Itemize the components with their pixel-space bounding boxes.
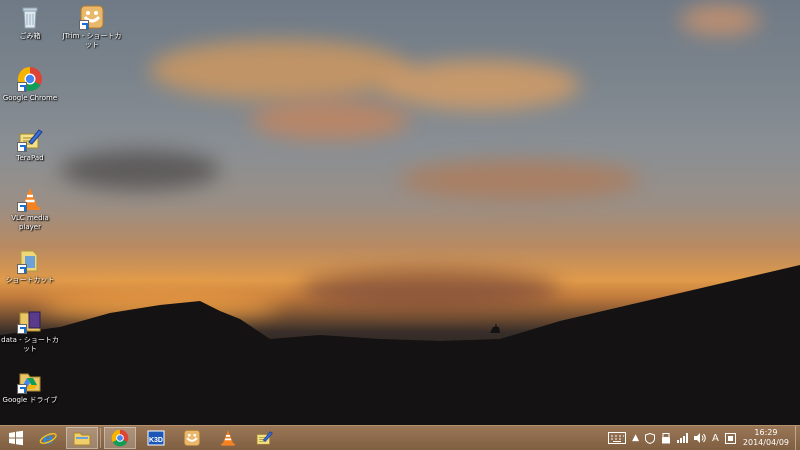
system-tray: ▲ A 16:29 2014/04/09 [605, 426, 800, 450]
desktop-icon-label: data - ショートカット [1, 336, 59, 353]
shortcut-arrow-icon [17, 264, 27, 274]
usb-device-icon[interactable] [661, 432, 671, 444]
desktop-icon-label: ごみ箱 [19, 32, 41, 40]
desktop-icon-label: VLC media player [11, 214, 49, 231]
clock-time: 16:29 [754, 428, 778, 437]
windows-logo-icon [9, 430, 23, 446]
desktop-icon-terapad[interactable]: TeraPad [0, 126, 60, 163]
taskbar-chrome[interactable] [104, 427, 136, 449]
shortcut-arrow-icon [79, 20, 89, 30]
desktop-icon-label: ショートカット [5, 276, 55, 284]
shortcut-arrow-icon [17, 324, 27, 334]
folder-icon [73, 432, 91, 446]
desktop-icon-label: TeraPad [16, 154, 44, 162]
svg-text:e: e [43, 429, 54, 447]
shortcut-arrow-icon [17, 202, 27, 212]
desktop-icon-vlc[interactable]: VLC media player [0, 186, 60, 232]
vlc-icon [221, 430, 235, 446]
recycle-bin-icon [22, 7, 38, 29]
shortcut-arrow-icon [17, 384, 27, 394]
show-hidden-icons-chevron-icon[interactable]: ▲ [632, 433, 639, 443]
taskbar-clock[interactable]: 16:29 2014/04/09 [743, 428, 789, 448]
desktop-icon-label: JTrim - ショートカット [62, 32, 122, 49]
show-desktop-button[interactable] [795, 426, 800, 450]
taskbar-separator [100, 428, 101, 448]
security-shield-icon[interactable] [645, 432, 656, 444]
ie-icon: e [39, 429, 57, 447]
ime-toolbar-icon[interactable] [724, 432, 736, 444]
desktop-icon-google-drive[interactable]: Google ドライブ [0, 368, 60, 405]
start-button[interactable] [0, 427, 32, 449]
taskbar-k3d[interactable]: K3D [140, 427, 172, 449]
desktop-icon-label: Google ドライブ [2, 396, 58, 404]
ime-mode-indicator[interactable]: A [712, 433, 719, 444]
clock-date: 2014/04/09 [742, 438, 789, 447]
taskbar-vlc[interactable] [212, 427, 244, 449]
desktop-icon-recycle-bin[interactable]: ごみ箱 [0, 4, 60, 41]
taskbar-jtrim[interactable] [176, 427, 208, 449]
k3d-label: K3D [149, 437, 163, 444]
shortcut-arrow-icon [17, 142, 27, 152]
taskbar-internet-explorer[interactable]: e [32, 427, 64, 449]
taskbar-file-explorer[interactable] [66, 427, 98, 449]
terapad-icon [256, 431, 273, 445]
touch-keyboard-icon[interactable] [608, 432, 627, 444]
taskbar: e K3D ▲ A 16:29 2014/04/09 [0, 425, 800, 450]
desktop-icon-data-folder[interactable]: data - ショートカット [0, 308, 60, 354]
desktop-icon-label: Google Chrome [2, 94, 58, 102]
network-signal-icon[interactable] [677, 433, 689, 443]
shortcut-arrow-icon [17, 82, 27, 92]
desktop-wallpaper[interactable] [0, 0, 800, 425]
k3d-icon: K3D [147, 430, 165, 446]
taskbar-terapad[interactable] [248, 427, 280, 449]
desktop-icon-google-chrome[interactable]: Google Chrome [0, 66, 60, 103]
chrome-icon [111, 429, 129, 447]
mountain-ridge [0, 265, 800, 425]
volume-speaker-icon[interactable] [694, 433, 706, 443]
desktop-icon-jtrim[interactable]: JTrim - ショートカット [62, 4, 122, 50]
jtrim-icon [184, 430, 200, 446]
desktop-icon-shortcut-folder[interactable]: ショートカット [0, 248, 60, 285]
